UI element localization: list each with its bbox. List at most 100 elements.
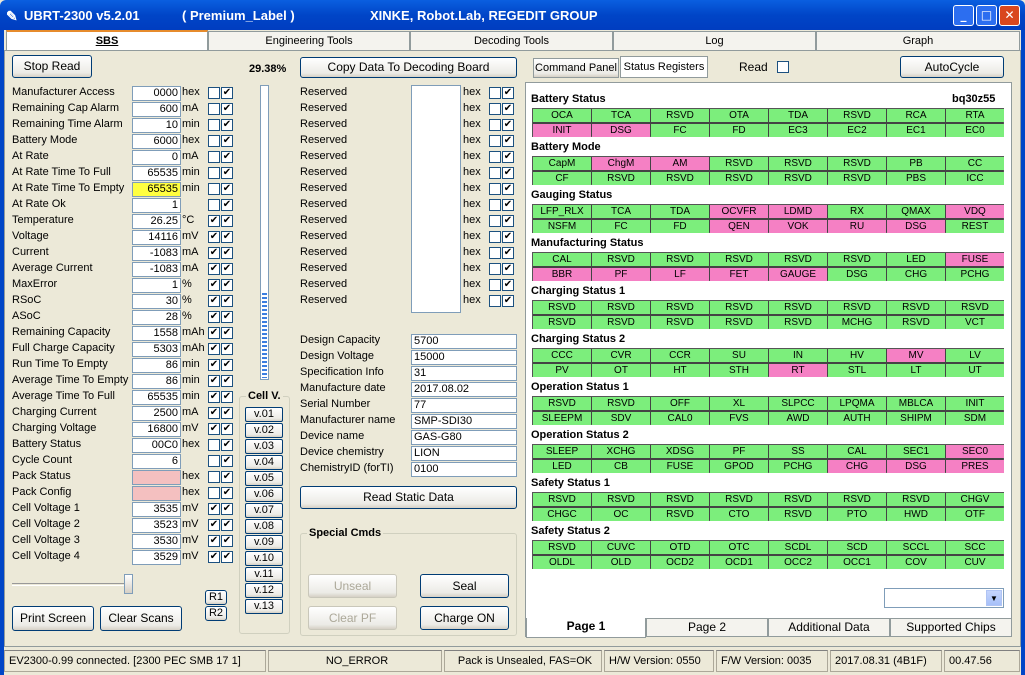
log-checkbox[interactable]: ✔ (221, 439, 233, 451)
register-value[interactable]: 86 (132, 358, 181, 373)
clear-pf-button[interactable]: Clear PF (308, 606, 397, 630)
scan-checkbox[interactable] (208, 439, 220, 451)
page-tab[interactable]: Page 2 (646, 618, 768, 637)
register-value[interactable] (132, 486, 181, 501)
register-value[interactable]: 65535 (132, 390, 181, 405)
scan-checkbox[interactable]: ✔ (208, 375, 220, 387)
scan-checkbox[interactable] (489, 119, 501, 131)
register-value[interactable]: 0000 (132, 86, 181, 101)
log-checkbox[interactable]: ✔ (221, 471, 233, 483)
log-checkbox[interactable]: ✔ (502, 167, 514, 179)
slider-thumb[interactable] (124, 574, 133, 594)
scan-checkbox[interactable] (208, 183, 220, 195)
scan-checkbox[interactable] (489, 263, 501, 275)
log-checkbox[interactable]: ✔ (221, 375, 233, 387)
scan-checkbox[interactable]: ✔ (208, 503, 220, 515)
log-checkbox[interactable]: ✔ (502, 87, 514, 99)
log-checkbox[interactable]: ✔ (221, 183, 233, 195)
cell-v-button[interactable]: v.09 (245, 535, 283, 550)
static-value[interactable]: GAS-G80 (411, 430, 517, 445)
scan-checkbox[interactable]: ✔ (208, 535, 220, 547)
log-checkbox[interactable]: ✔ (502, 199, 514, 211)
scan-checkbox[interactable] (208, 103, 220, 115)
status-registers-tab[interactable]: Status Registers (620, 56, 708, 78)
static-value[interactable]: LION (411, 446, 517, 461)
log-checkbox[interactable]: ✔ (221, 231, 233, 243)
log-checkbox[interactable]: ✔ (221, 151, 233, 163)
tab-graph[interactable]: Graph (816, 31, 1020, 50)
cell-v-button[interactable]: v.12 (245, 583, 283, 598)
autocycle-button[interactable]: AutoCycle (900, 56, 1004, 78)
register-value[interactable]: 86 (132, 374, 181, 389)
stop-read-button[interactable]: Stop Read (12, 55, 92, 78)
static-value[interactable]: 77 (411, 398, 517, 413)
slider-track[interactable] (12, 583, 132, 586)
scan-checkbox[interactable] (489, 295, 501, 307)
scan-checkbox[interactable]: ✔ (208, 359, 220, 371)
copy-to-decoding-button[interactable]: Copy Data To Decoding Board (300, 57, 517, 78)
log-checkbox[interactable]: ✔ (221, 311, 233, 323)
register-value[interactable]: 0 (132, 150, 181, 165)
print-screen-button[interactable]: Print Screen (12, 606, 94, 631)
tab-engineering-tools[interactable]: Engineering Tools (208, 31, 410, 50)
register-value[interactable]: 26.25 (132, 214, 181, 229)
scan-checkbox[interactable]: ✔ (208, 215, 220, 227)
register-value[interactable]: 6000 (132, 134, 181, 149)
register-value[interactable]: 14116 (132, 230, 181, 245)
log-checkbox[interactable]: ✔ (221, 359, 233, 371)
scan-checkbox[interactable] (489, 103, 501, 115)
log-checkbox[interactable]: ✔ (221, 167, 233, 179)
log-checkbox[interactable]: ✔ (221, 551, 233, 563)
register-value[interactable]: 16800 (132, 422, 181, 437)
log-checkbox[interactable]: ✔ (221, 391, 233, 403)
scan-checkbox[interactable]: ✔ (208, 407, 220, 419)
log-checkbox[interactable]: ✔ (221, 487, 233, 499)
register-value[interactable]: 30 (132, 294, 181, 309)
log-checkbox[interactable]: ✔ (221, 103, 233, 115)
page-tab[interactable]: Page 1 (526, 618, 646, 638)
cell-v-button[interactable]: v.07 (245, 503, 283, 518)
scan-checkbox[interactable]: ✔ (208, 295, 220, 307)
log-checkbox[interactable]: ✔ (502, 231, 514, 243)
log-checkbox[interactable]: ✔ (221, 407, 233, 419)
register-value[interactable]: 3529 (132, 550, 181, 565)
scan-checkbox[interactable] (208, 167, 220, 179)
minimize-icon[interactable]: _ (953, 5, 974, 26)
register-value[interactable] (132, 470, 181, 485)
unseal-button[interactable]: Unseal (308, 574, 397, 598)
register-value[interactable]: -1083 (132, 246, 181, 261)
log-checkbox[interactable]: ✔ (221, 87, 233, 99)
cell-v-button[interactable]: v.01 (245, 407, 283, 422)
scan-checkbox[interactable] (208, 199, 220, 211)
clear-scans-button[interactable]: Clear Scans (100, 606, 182, 631)
log-checkbox[interactable]: ✔ (221, 135, 233, 147)
log-checkbox[interactable]: ✔ (502, 135, 514, 147)
log-checkbox[interactable]: ✔ (221, 535, 233, 547)
scan-checkbox[interactable] (208, 151, 220, 163)
cell-v-button[interactable]: v.05 (245, 471, 283, 486)
static-value[interactable]: 15000 (411, 350, 517, 365)
chevron-down-icon[interactable]: ▼ (986, 590, 1002, 606)
scan-checkbox[interactable] (489, 247, 501, 259)
register-value[interactable]: 28 (132, 310, 181, 325)
static-value[interactable]: SMP-SDI30 (411, 414, 517, 429)
log-checkbox[interactable]: ✔ (221, 199, 233, 211)
log-checkbox[interactable]: ✔ (502, 183, 514, 195)
log-checkbox[interactable]: ✔ (221, 119, 233, 131)
cell-v-button[interactable]: v.03 (245, 439, 283, 454)
scan-checkbox[interactable] (489, 151, 501, 163)
register-value[interactable]: 3523 (132, 518, 181, 533)
tab-sbs[interactable]: SBS (6, 30, 208, 51)
scan-checkbox[interactable] (489, 87, 501, 99)
register-value[interactable]: 1558 (132, 326, 181, 341)
scan-checkbox[interactable]: ✔ (208, 279, 220, 291)
log-checkbox[interactable]: ✔ (221, 279, 233, 291)
register-value[interactable]: 5303 (132, 342, 181, 357)
scan-checkbox[interactable]: ✔ (208, 231, 220, 243)
log-checkbox[interactable]: ✔ (502, 119, 514, 131)
cell-v-button[interactable]: v.10 (245, 551, 283, 566)
scan-checkbox[interactable] (489, 279, 501, 291)
log-checkbox[interactable]: ✔ (221, 455, 233, 467)
scan-checkbox[interactable] (208, 87, 220, 99)
scan-checkbox[interactable] (489, 183, 501, 195)
